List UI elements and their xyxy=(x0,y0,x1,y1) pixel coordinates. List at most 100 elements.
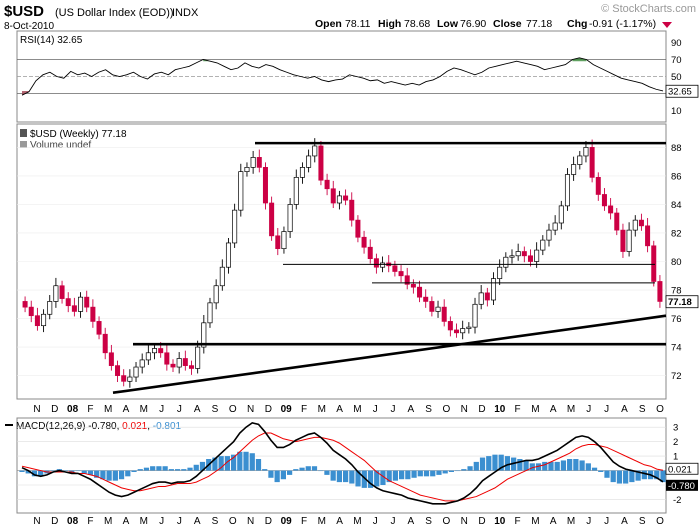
macd-histogram-bar xyxy=(442,470,448,474)
macd-histogram-bar xyxy=(417,470,423,477)
x-tick-label: A xyxy=(123,404,130,415)
macd-histogram-bar xyxy=(598,470,604,472)
x-axis-top: N D 08 F M A M J J A S O N D 09 F M A M J J A S O N D 10 F M A M J J A S O xyxy=(33,404,664,415)
volume-legend-icon xyxy=(20,141,27,148)
macd-histogram-bar xyxy=(131,470,137,472)
candle-body xyxy=(207,302,213,324)
candle-body xyxy=(102,333,108,354)
macd-legend: MACD(12,26,9) -0.780, 0.021, -0.801 xyxy=(5,421,182,432)
candle-body xyxy=(509,255,515,258)
macd-histogram-bar xyxy=(523,460,529,471)
x-tick-label: M xyxy=(140,404,148,415)
candle-body xyxy=(22,301,28,308)
x-axis-bottom: N D 08 F M A M J J A S O N D 09 F M A M J J A S O N D 10 F M A M J J A S O xyxy=(33,516,664,527)
candle-body xyxy=(139,359,145,368)
macd-histogram-bar xyxy=(585,463,591,471)
candle-body xyxy=(515,251,521,257)
candle-body xyxy=(170,363,176,368)
candle-body xyxy=(466,326,472,329)
x-tick-label: O xyxy=(443,404,451,415)
x-tick-label: F xyxy=(87,404,93,415)
candle-body xyxy=(441,306,447,322)
macd-histogram-bar xyxy=(293,469,299,471)
candle-body xyxy=(133,366,139,378)
macd-legend-value: -0.780 xyxy=(88,421,117,432)
candle-body xyxy=(293,176,299,205)
candle-body xyxy=(521,251,527,257)
x-tick-label: N xyxy=(247,404,254,415)
macd-histogram-bar xyxy=(473,461,479,471)
x-tick-label: A xyxy=(550,516,557,527)
candle-body xyxy=(59,285,65,299)
macd-histogram-bar xyxy=(280,470,286,480)
x-tick-label: J xyxy=(177,516,182,527)
candle-body xyxy=(324,179,330,190)
candle-body xyxy=(195,346,201,369)
x-tick-label: J xyxy=(391,404,396,415)
x-tick-label: S xyxy=(639,404,646,415)
x-tick-label: D xyxy=(478,404,485,415)
rsi-label: RSI(14) 32.65 xyxy=(20,35,83,46)
x-tick-label: 09 xyxy=(281,516,293,527)
x-tick-label: A xyxy=(621,404,628,415)
open-label: Open xyxy=(315,18,342,30)
volume-label: Volume undef xyxy=(30,140,91,151)
candle-body xyxy=(435,306,441,312)
exchange: INDX xyxy=(172,7,199,19)
x-tick-label: D xyxy=(51,516,58,527)
candle-body xyxy=(410,283,416,288)
candle-body xyxy=(152,348,158,354)
macd-histogram-bar xyxy=(75,470,81,472)
macd-histogram-bar xyxy=(174,469,181,471)
candle-body xyxy=(336,195,342,204)
candle-body xyxy=(546,229,552,241)
candle-body xyxy=(558,205,564,224)
macd-histogram-bar xyxy=(399,470,405,480)
macd-histogram-bar xyxy=(411,470,417,478)
macd-legend-icon xyxy=(5,424,13,426)
rsi-tick-label: 70 xyxy=(671,55,682,66)
macd-histogram-bar xyxy=(629,470,635,483)
candle-body xyxy=(41,313,47,327)
x-tick-label: J xyxy=(177,404,182,415)
candle-body xyxy=(250,157,256,168)
candle-body xyxy=(78,296,84,312)
candle-body xyxy=(490,278,497,301)
chg-value: -0.91 (-1.17%) xyxy=(589,18,656,30)
macd-histogram-bar xyxy=(181,469,187,471)
candle-body xyxy=(318,145,324,181)
macd-histogram-bar xyxy=(162,466,168,471)
macd-histogram-bar xyxy=(255,459,262,471)
stock-chart: $USD (US Dollar Index (EOD)) INDX © Stoc… xyxy=(4,3,699,527)
candle-body xyxy=(281,231,287,250)
macd-histogram-bar xyxy=(486,456,492,471)
candle-body xyxy=(71,305,77,312)
candle-body xyxy=(484,292,490,301)
x-tick-label: M xyxy=(318,404,326,415)
price-tick-label: 80 xyxy=(671,257,682,268)
candle-body xyxy=(349,199,355,221)
candle-body xyxy=(601,194,607,207)
macd-histogram-bar xyxy=(150,466,156,471)
macd-histogram-bar xyxy=(623,470,629,484)
macd-histogram-bar xyxy=(249,453,255,471)
x-tick-label: J xyxy=(586,404,591,415)
candle-body xyxy=(145,352,151,361)
candle-body xyxy=(564,174,570,207)
rsi-tick-label: 50 xyxy=(671,72,682,83)
candle-body xyxy=(275,235,281,250)
macd-histogram-bar xyxy=(330,470,336,481)
x-tick-label: 10 xyxy=(494,404,506,415)
down-arrow-icon xyxy=(662,22,672,28)
candle-body xyxy=(614,212,620,231)
x-tick-label: N xyxy=(461,516,468,527)
macd-histogram-bar xyxy=(324,470,330,475)
x-tick-label: O xyxy=(656,404,664,415)
candle-body xyxy=(47,301,53,315)
x-tick-label: N xyxy=(33,404,40,415)
candle-body xyxy=(626,229,632,252)
open-value: 78.11 xyxy=(345,18,371,30)
x-tick-label: O xyxy=(443,516,451,527)
candle-body xyxy=(367,246,373,259)
x-tick-label: J xyxy=(373,404,378,415)
